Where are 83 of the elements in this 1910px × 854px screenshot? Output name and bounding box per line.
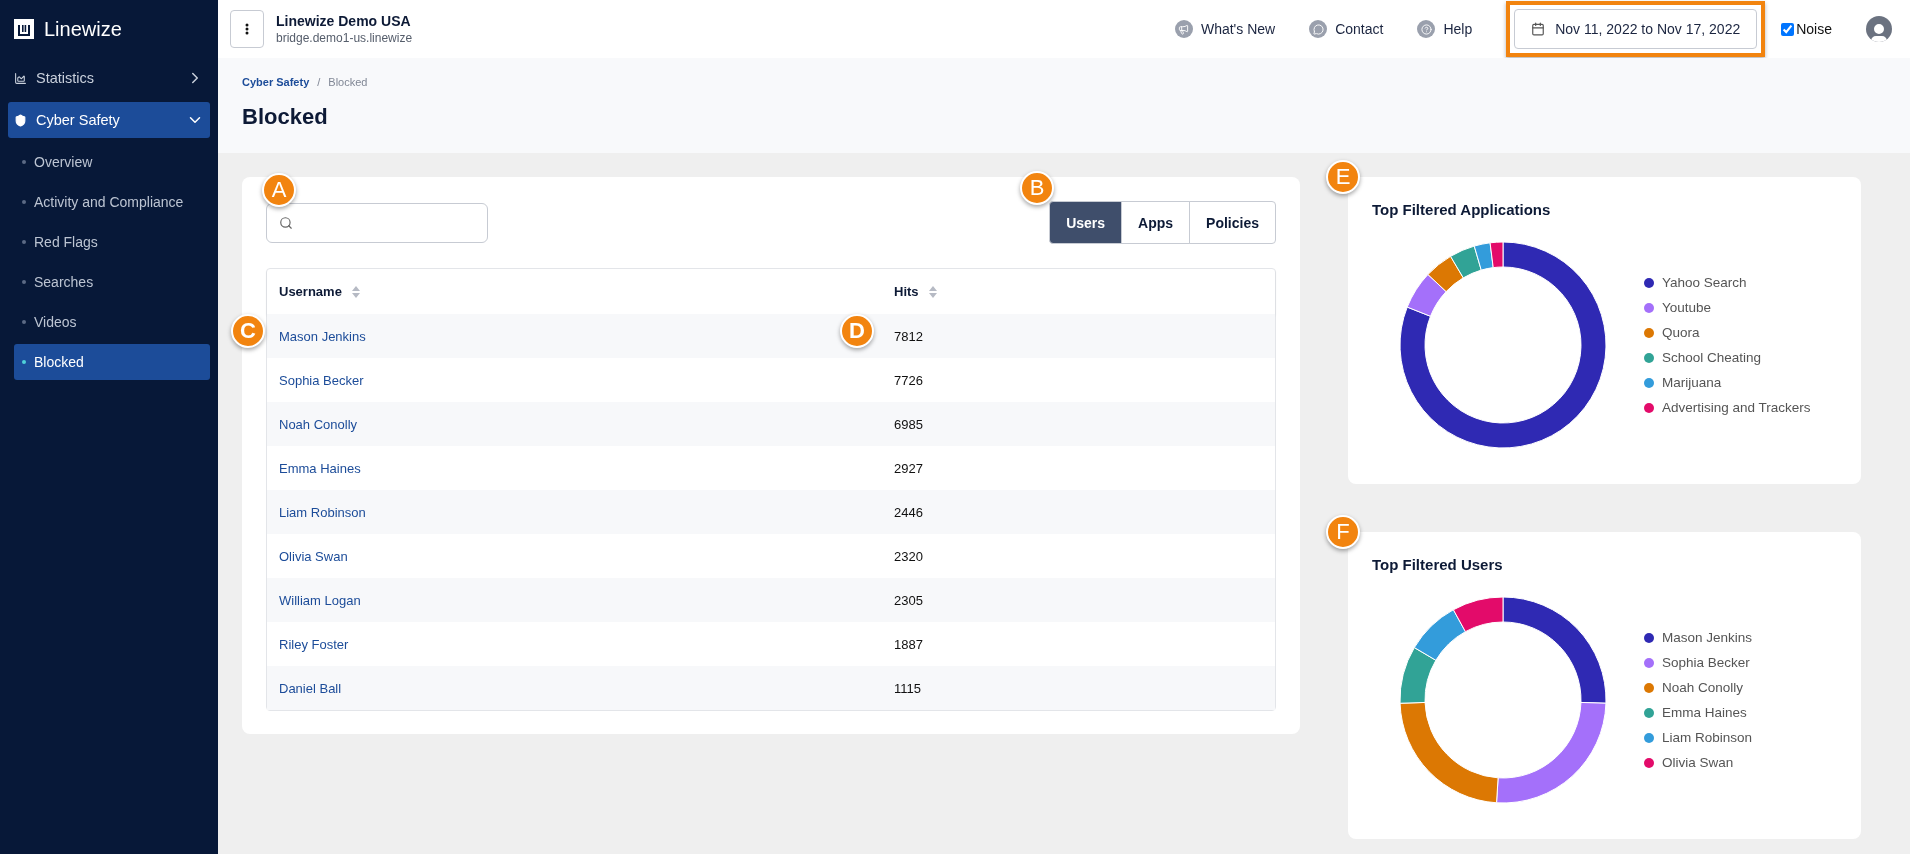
sidebar-subitem[interactable]: Videos xyxy=(14,304,210,340)
bullet-icon xyxy=(22,160,26,164)
hits-cell-text: 2305 xyxy=(893,592,923,608)
username-link[interactable]: Noah Conolly xyxy=(267,416,358,432)
header-link[interactable]: What's New xyxy=(1174,20,1276,38)
legend-label: School Cheating xyxy=(1662,350,1762,365)
hits-cell-text: 1887 xyxy=(893,636,923,652)
legend-label: Marijuana xyxy=(1662,375,1722,390)
date-range-button[interactable]: Nov 11, 2022 to Nov 17, 2022 xyxy=(1514,9,1758,49)
shield-icon xyxy=(14,113,27,127)
noise-checkbox[interactable] xyxy=(1781,22,1795,36)
hits-cell-text: 7812 xyxy=(893,328,923,344)
org-name: Linewize Demo USA xyxy=(276,13,412,29)
legend-label: Quora xyxy=(1662,325,1700,340)
sidebar-subitem[interactable]: Blocked xyxy=(14,344,210,380)
calendar-icon xyxy=(1531,22,1546,36)
breadcrumb-current: Blocked xyxy=(328,76,368,88)
megaphone-icon xyxy=(1174,20,1193,38)
help-icon xyxy=(1417,20,1436,38)
hits-cell-text: 1115 xyxy=(893,680,921,696)
bullet-icon xyxy=(22,320,26,324)
chart-icon xyxy=(14,71,27,85)
search-field[interactable] xyxy=(266,202,488,243)
username-link[interactable]: Sophia Becker xyxy=(267,372,364,388)
callout-marker: C xyxy=(231,314,265,348)
sidebar-subitem[interactable]: Overview xyxy=(14,144,210,180)
sidebar-subitem[interactable]: Searches xyxy=(14,264,210,300)
breadcrumb-link[interactable]: Cyber Safety xyxy=(242,76,310,88)
legend-label: Mason Jenkins xyxy=(1662,630,1753,645)
username-link[interactable]: Riley Foster xyxy=(267,636,349,652)
callout-marker: E xyxy=(1326,160,1360,194)
sidebar-item[interactable]: Cyber Safety xyxy=(8,102,210,138)
callout-marker: F xyxy=(1326,515,1360,549)
legend-label: Noah Conolly xyxy=(1662,680,1744,695)
sidebar-item[interactable]: Statistics xyxy=(8,60,210,96)
chat-bubble-icon xyxy=(1309,20,1328,38)
callout-marker: A xyxy=(262,172,296,207)
username-link[interactable]: Emma Haines xyxy=(267,460,361,476)
breadcrumb-separator: / xyxy=(317,76,321,88)
header-link[interactable]: Contact xyxy=(1309,20,1384,38)
logo-icon xyxy=(14,19,34,39)
menu-button[interactable] xyxy=(230,10,264,48)
legend-label: Emma Haines xyxy=(1662,705,1747,720)
username-link[interactable]: Olivia Swan xyxy=(267,548,348,564)
hits-cell-text: 7726 xyxy=(893,372,923,388)
hits-cell-text: 2927 xyxy=(893,460,923,476)
sidebar-subitem[interactable]: Activity and Compliance xyxy=(14,184,210,220)
legend-label: Sophia Becker xyxy=(1662,655,1750,670)
header-link[interactable]: Help xyxy=(1417,20,1473,38)
avatar-icon[interactable] xyxy=(1866,16,1892,42)
view-tab[interactable]: Policies xyxy=(1189,201,1276,244)
page-title: Blocked xyxy=(242,104,329,130)
username-link[interactable]: Liam Robinson xyxy=(267,504,366,520)
search-icon xyxy=(279,215,293,230)
column-header[interactable]: Username xyxy=(279,284,342,299)
callout-marker: B xyxy=(1020,171,1055,205)
legend-label: Olivia Swan xyxy=(1662,755,1734,770)
bullet-icon xyxy=(22,280,26,284)
kebab-icon xyxy=(245,23,249,35)
username-link[interactable]: William Logan xyxy=(267,592,361,608)
legend-label: Liam Robinson xyxy=(1662,730,1753,745)
legend-label: Yahoo Search xyxy=(1662,275,1747,290)
username-link[interactable]: Mason Jenkins xyxy=(267,328,366,344)
hits-cell-text: 2320 xyxy=(893,548,923,564)
hits-cell-text: 6985 xyxy=(893,416,923,432)
sort-icon[interactable] xyxy=(928,285,937,298)
legend-label: Youtube xyxy=(1662,300,1712,315)
view-tab[interactable]: Users xyxy=(1049,201,1123,244)
brand-name: Linewize xyxy=(44,17,122,41)
view-tab[interactable]: Apps xyxy=(1121,201,1191,244)
chart-title: Top Filtered Applications xyxy=(1372,201,1552,218)
bullet-icon xyxy=(22,240,26,244)
username-link[interactable]: Daniel Ball xyxy=(267,680,342,696)
column-header[interactable]: Hits xyxy=(894,284,919,299)
bullet-icon xyxy=(22,200,26,204)
bullet-icon xyxy=(22,360,26,364)
sidebar-subitem[interactable]: Red Flags xyxy=(14,224,210,260)
chart-title: Top Filtered Users xyxy=(1372,556,1504,573)
sort-icon[interactable] xyxy=(351,285,360,298)
hits-cell-text: 2446 xyxy=(893,504,923,520)
noise-label: Noise xyxy=(1796,21,1832,37)
org-host: bridge.demo1-us.linewize xyxy=(276,31,414,45)
legend-label: Advertising and Trackers xyxy=(1662,400,1811,415)
